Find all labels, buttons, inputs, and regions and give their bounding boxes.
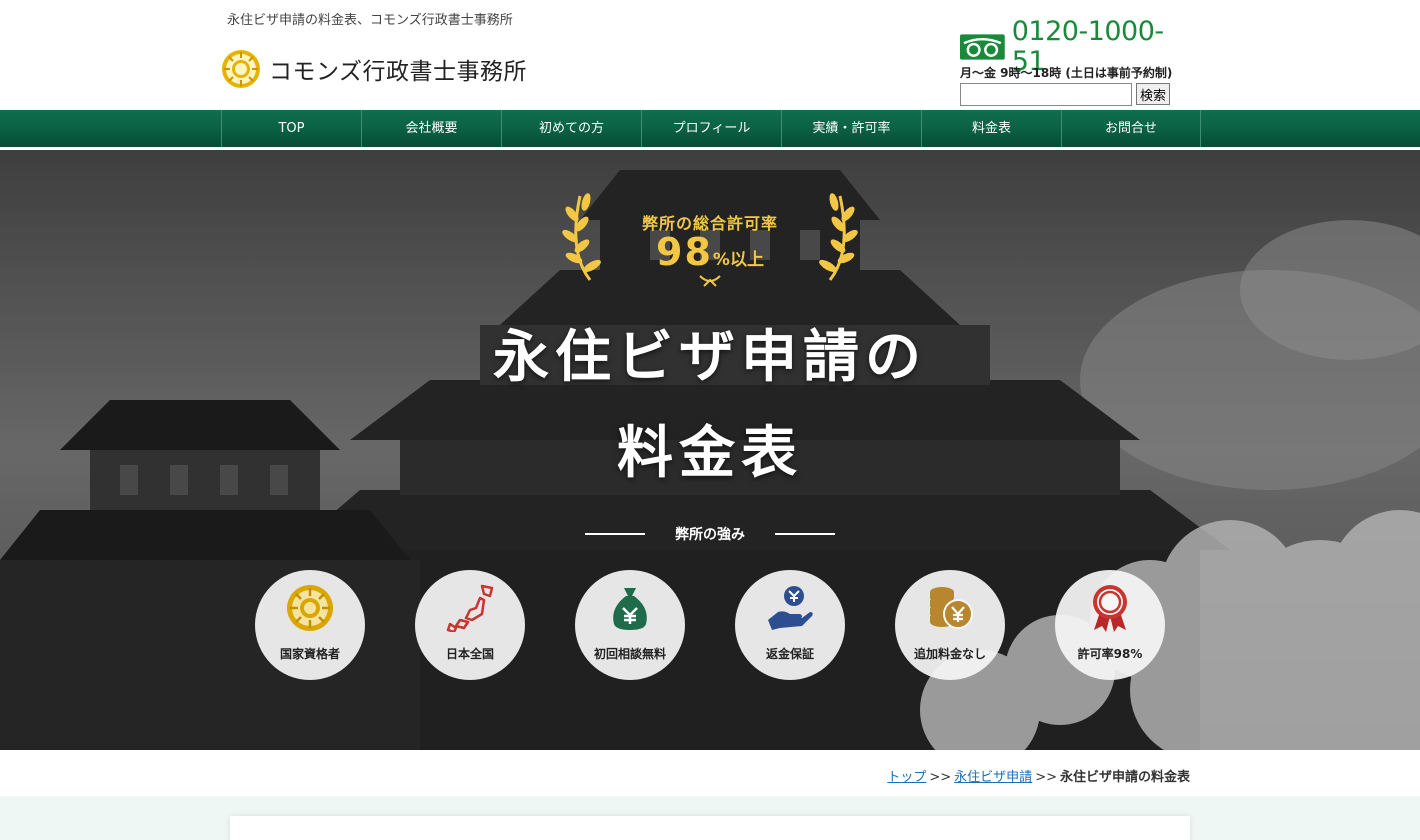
nav-item-first-time[interactable]: 初めての方 (501, 110, 641, 147)
search-form: 検索 (960, 83, 1192, 106)
global-nav: TOP 会社概要 初めての方 プロフィール 実績・許可率 料金表 お問合せ (0, 110, 1420, 150)
money-bag-icon (613, 588, 647, 630)
breadcrumb-separator: >> (1035, 770, 1057, 785)
strength-free-consultation[interactable]: 初回相談無料 (575, 570, 685, 680)
hero-banner: 弊所の総合許可率 98%以上 永住ビザ申請の 料金表 弊所の強み 国家資格者 日… (0, 150, 1420, 750)
award-rosette-icon (1093, 585, 1127, 632)
strength-national-license[interactable]: 国家資格者 (255, 570, 365, 680)
strengths-heading: 弊所の強み (585, 522, 835, 546)
search-input[interactable] (960, 83, 1132, 106)
strength-label: 許可率98% (1077, 647, 1143, 661)
breadcrumb-current: 永住ビザ申請の料金表 (1059, 770, 1190, 785)
site-header: 永住ビザ申請の料金表、コモンズ行政書士事務所 コモンズ行政書士事務所 0120-… (0, 0, 1420, 110)
strength-approval-rate[interactable]: 許可率98% (1055, 570, 1165, 680)
freedial-icon (960, 34, 1005, 60)
gyoseishoshi-seal-icon (222, 50, 260, 88)
strength-refund-guarantee[interactable]: 返金保証 (735, 570, 845, 680)
strength-label: 初回相談無料 (593, 647, 666, 661)
badge-rate-suffix: %以上 (712, 250, 764, 270)
nav-item-top[interactable]: TOP (221, 110, 361, 147)
strength-label: 国家資格者 (279, 647, 340, 661)
strengths-heading-label: 弊所の強み (675, 527, 745, 543)
badge-rate-number: 98 (656, 230, 713, 274)
badge-rate: 98%以上 (560, 230, 860, 274)
hero-title-line1: 永住ビザ申請の (493, 325, 927, 390)
strength-label: 日本全国 (445, 647, 494, 661)
site-tagline: 永住ビザ申請の料金表、コモンズ行政書士事務所 (227, 13, 513, 28)
breadcrumb: トップ >> 永住ビザ申請 >> 永住ビザ申請の料金表 (0, 750, 1420, 796)
strength-label: 返金保証 (765, 647, 814, 661)
breadcrumb-parent-link[interactable]: 永住ビザ申請 (954, 770, 1032, 785)
business-hours: 月〜金 9時〜18時 (土日は事前予約制) (960, 66, 1173, 80)
nav-item-profile[interactable]: プロフィール (641, 110, 781, 147)
approval-rate-badge: 弊所の総合許可率 98%以上 (560, 192, 860, 302)
content-area (0, 796, 1420, 840)
heading-rule-right (775, 533, 835, 535)
nav-item-results[interactable]: 実績・許可率 (781, 110, 921, 147)
content-card (230, 816, 1190, 840)
ribbon-tie-icon (699, 275, 721, 287)
strength-label: 追加料金なし (913, 647, 986, 661)
hero-title-line2: 料金表 (617, 421, 803, 486)
breadcrumb-home-link[interactable]: トップ (887, 770, 926, 785)
strengths-list: 国家資格者 日本全国 初回相談無料 返金保証 追加料金なし 許可率98% (255, 570, 1165, 680)
coin-stack-icon (930, 587, 973, 629)
nav-item-company[interactable]: 会社概要 (361, 110, 501, 147)
strength-no-extra-fees[interactable]: 追加料金なし (895, 570, 1005, 680)
japan-map-icon (446, 584, 494, 632)
breadcrumb-separator: >> (929, 770, 952, 785)
heading-rule-left (585, 533, 645, 535)
nav-item-pricing[interactable]: 料金表 (921, 110, 1061, 147)
nav-item-contact[interactable]: お問合せ (1061, 110, 1201, 147)
site-logo[interactable]: コモンズ行政書士事務所 (221, 49, 527, 89)
office-name: コモンズ行政書士事務所 (269, 59, 528, 85)
refund-hand-icon (768, 586, 813, 630)
gyoseishoshi-seal-icon (287, 585, 333, 631)
search-button[interactable]: 検索 (1136, 83, 1171, 105)
contact-block: 0120-1000-51 月〜金 9時〜18時 (土日は事前予約制) 検索 (960, 17, 1192, 106)
strength-nationwide[interactable]: 日本全国 (415, 570, 525, 680)
